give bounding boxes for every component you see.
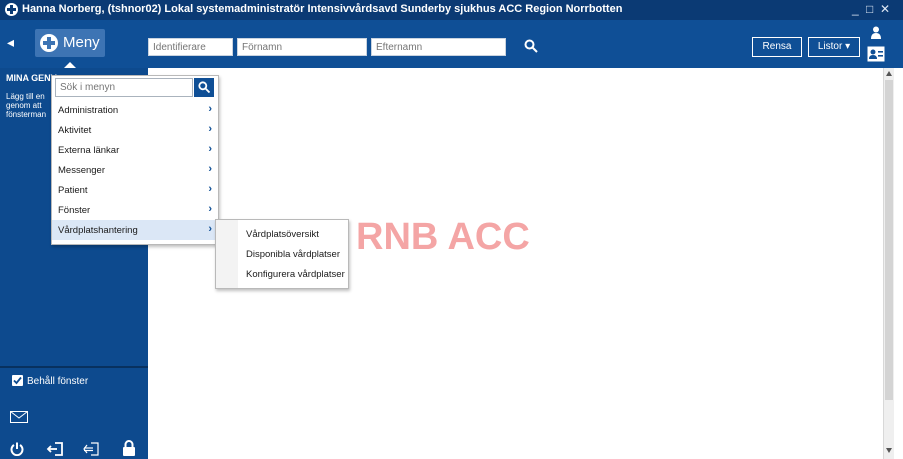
chevron-right-icon: › [208,163,212,175]
menu-item-vardplatshantering[interactable]: Vårdplatshantering › [52,220,218,240]
menu-search-input[interactable] [55,78,193,97]
submenu-icon-gutter [216,220,238,288]
menu-item-patient[interactable]: Patient › [52,180,218,200]
environment-watermark: RNB ACC [356,216,530,258]
chevron-right-icon: › [208,223,212,235]
restore-button[interactable]: □ [866,2,873,16]
title-bar: Hanna Norberg, (tshnor02) Lokal systemad… [0,0,903,20]
lock-icon[interactable] [122,440,136,456]
menu-item-externa-lankar[interactable]: Externa länkar › [52,140,218,160]
menu-search-button[interactable] [194,78,214,97]
menu-item-label: Patient [58,185,88,196]
chevron-right-icon: › [208,203,212,215]
submenu-item-disponibla-vardplatser[interactable]: Disponibla vårdplatser [246,249,340,260]
logout-icon[interactable] [46,442,64,456]
collapse-arrow-icon[interactable]: ◂ [7,34,14,51]
menu-button-label: Meny [63,34,100,51]
menu-item-label: Fönster [58,205,91,216]
panel-description: Lägg till en genom att fönsterman [6,92,47,119]
menu-item-label: Aktivitet [58,125,92,136]
main-menu: Administration › Aktivitet › Externa län… [51,75,219,245]
plus-circle-icon [40,34,58,52]
chevron-right-icon: › [208,183,212,195]
mail-icon[interactable] [10,411,28,423]
toolbar: ◂ Meny Rensa Listor ▾ [0,20,903,68]
search-icon[interactable] [524,39,538,53]
submenu-vardplatshantering: Vårdplatsöversikt Disponibla vårdplatser… [215,219,349,289]
check-icon [13,376,22,385]
submenu-item-konfigurera-vardplatser[interactable]: Konfigurera vårdplatser [246,269,345,280]
keep-window-label: Behåll fönster [27,376,89,387]
submenu-item-vardplatsoversikt[interactable]: Vårdplatsöversikt [246,229,319,240]
menu-item-label: Messenger [58,165,105,176]
search-icon [198,81,210,93]
menu-item-aktivitet[interactable]: Aktivitet › [52,120,218,140]
window-title: Hanna Norberg, (tshnor02) Lokal systemad… [22,3,623,15]
app-plus-icon [5,3,18,16]
power-icon[interactable] [10,442,24,456]
switch-user-icon[interactable] [82,442,100,456]
minimize-button[interactable]: _ [852,2,859,16]
scroll-up-icon[interactable] [886,71,892,76]
identifier-input[interactable] [148,38,233,56]
vertical-scrollbar[interactable] [883,68,894,459]
scroll-down-icon[interactable] [886,448,892,453]
menu-item-administration[interactable]: Administration › [52,100,218,120]
menu-item-label: Administration [58,105,119,116]
patient-card-icon[interactable] [867,46,885,62]
clear-button[interactable]: Rensa [752,37,802,57]
chevron-right-icon: › [208,103,212,115]
lastname-input[interactable] [371,38,506,56]
panel-header: MINA GENV [6,73,57,83]
keep-window-checkbox[interactable] [12,375,23,386]
lists-button[interactable]: Listor ▾ [808,37,860,57]
menu-item-label: Vårdplatshantering [58,225,138,236]
chevron-right-icon: › [208,123,212,135]
firstname-input[interactable] [237,38,367,56]
menu-button[interactable]: Meny [35,29,105,57]
user-icon[interactable] [870,26,882,40]
menu-item-messenger[interactable]: Messenger › [52,160,218,180]
chevron-right-icon: › [208,143,212,155]
scrollbar-thumb[interactable] [885,80,893,400]
menu-item-label: Externa länkar [58,145,120,156]
menu-item-fonster[interactable]: Fönster › [52,200,218,220]
close-button[interactable]: ✕ [880,2,890,16]
panel-divider [0,366,148,368]
